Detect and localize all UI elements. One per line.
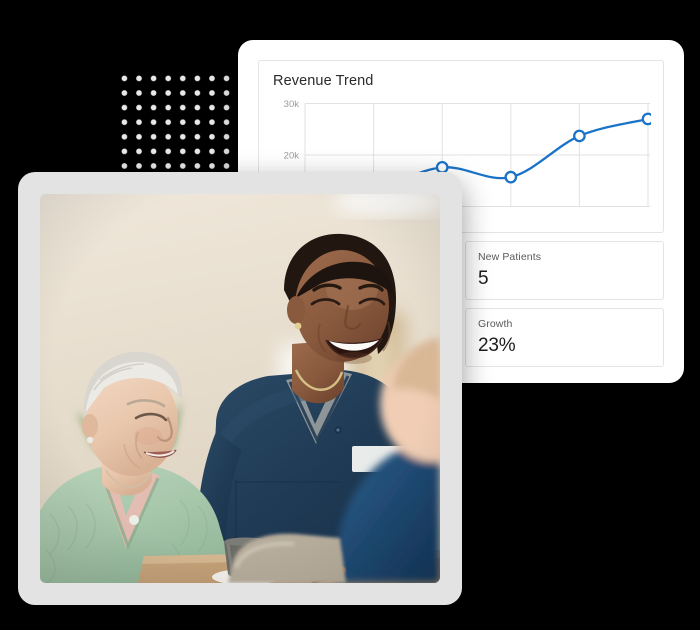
- stat-value: 23%: [478, 334, 516, 356]
- dot-grid-pattern: [121, 75, 239, 179]
- screenshot-stage: Revenue Trend 30k 20k 10k: [0, 0, 700, 630]
- photo-vignette: [40, 194, 440, 583]
- stat-card-new-patients: New Patients 5: [465, 241, 664, 300]
- stat-label: Growth: [478, 318, 513, 330]
- stat-label: New Patients: [478, 251, 542, 263]
- data-point-5[interactable]: [573, 129, 586, 143]
- data-point-3[interactable]: [435, 161, 449, 174]
- photo-card: [18, 172, 462, 605]
- y-axis-tick-20k: 20k: [284, 151, 300, 162]
- stat-card-growth: Growth 23%: [465, 308, 664, 367]
- y-axis-tick-30k: 30k: [284, 99, 300, 110]
- chart-title: Revenue Trend: [273, 73, 374, 89]
- data-point-6[interactable]: [641, 112, 651, 126]
- data-point-4[interactable]: [504, 170, 518, 184]
- photo-frame: [40, 194, 440, 583]
- stat-value: 5: [478, 267, 489, 289]
- caregiver-and-patients-photo: [40, 194, 440, 583]
